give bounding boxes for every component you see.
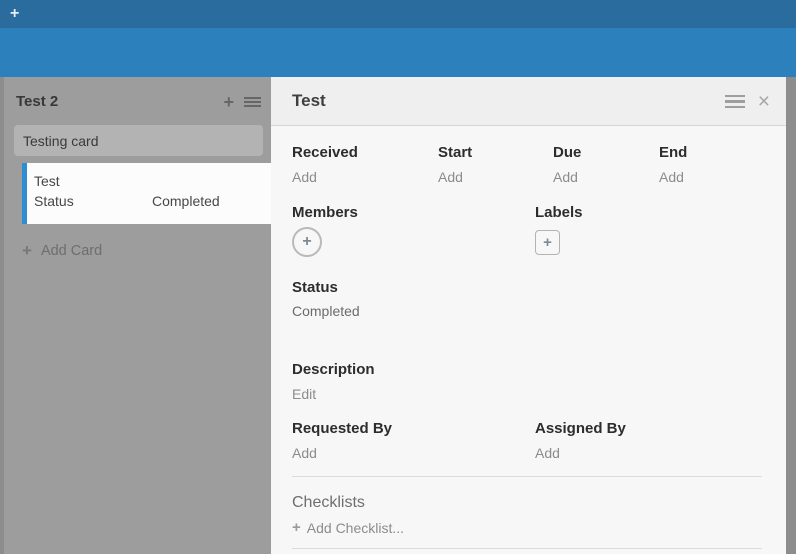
start-add-link[interactable]: Add	[438, 169, 463, 185]
plus-icon: +	[292, 519, 301, 536]
add-checklist-label: Add Checklist...	[307, 520, 404, 536]
list-header: Test 2 +	[16, 93, 265, 115]
description-edit-link[interactable]: Edit	[292, 386, 316, 402]
start-label: Start	[438, 144, 472, 161]
card-test[interactable]: Test Status Completed	[22, 163, 271, 224]
add-card-button[interactable]: + Add Card	[22, 241, 102, 261]
card-detail-title[interactable]: Test	[292, 91, 326, 111]
list-menu-icon[interactable]	[244, 97, 261, 108]
members-label: Members	[292, 204, 358, 221]
card-field-row: Status Completed	[34, 191, 265, 211]
board-header-bar	[0, 28, 796, 77]
card-detail-panel: Test × Received Start Due End Add Add Ad…	[271, 77, 786, 554]
add-checklist-button[interactable]: + Add Checklist...	[292, 519, 404, 536]
section-divider	[292, 476, 762, 477]
add-card-label: Add Card	[41, 243, 102, 259]
labels-label: Labels	[535, 204, 583, 221]
app-window: + Test 2 + Test Status Completed + Add C…	[0, 0, 796, 554]
received-label: Received	[292, 144, 358, 161]
assigned-by-add-link[interactable]: Add	[535, 445, 560, 461]
add-member-button[interactable]: +	[292, 227, 322, 257]
card-field-value: Completed	[152, 191, 220, 211]
list-test-2: Test 2 + Test Status Completed + Add Car…	[4, 77, 271, 554]
end-add-link[interactable]: Add	[659, 169, 684, 185]
section-divider	[292, 548, 762, 549]
add-label-button[interactable]: +	[535, 230, 560, 255]
plus-icon: +	[22, 241, 32, 261]
card-title: Test	[34, 171, 265, 191]
card-menu-icon[interactable]	[725, 95, 745, 109]
description-label: Description	[292, 361, 375, 378]
card-detail-header: Test ×	[271, 77, 786, 126]
close-icon[interactable]: ×	[758, 92, 770, 112]
checklists-label: Checklists	[292, 494, 365, 512]
new-card-input[interactable]	[14, 125, 263, 156]
due-label: Due	[553, 144, 581, 161]
list-header-icons: +	[223, 94, 261, 110]
requested-by-label: Requested By	[292, 420, 392, 437]
end-label: End	[659, 144, 687, 161]
requested-by-add-link[interactable]: Add	[292, 445, 317, 461]
received-add-link[interactable]: Add	[292, 169, 317, 185]
top-navbar: +	[0, 0, 796, 28]
list-title[interactable]: Test 2	[16, 93, 58, 110]
add-card-icon[interactable]: +	[223, 94, 234, 110]
card-detail-header-icons: ×	[725, 77, 770, 126]
add-board-icon[interactable]: +	[10, 5, 19, 23]
card-field-label: Status	[34, 191, 152, 211]
due-add-link[interactable]: Add	[553, 169, 578, 185]
card-detail-body: Received Start Due End Add Add Add Add M…	[271, 126, 786, 554]
status-value: Completed	[292, 303, 360, 319]
status-label: Status	[292, 279, 338, 296]
assigned-by-label: Assigned By	[535, 420, 626, 437]
